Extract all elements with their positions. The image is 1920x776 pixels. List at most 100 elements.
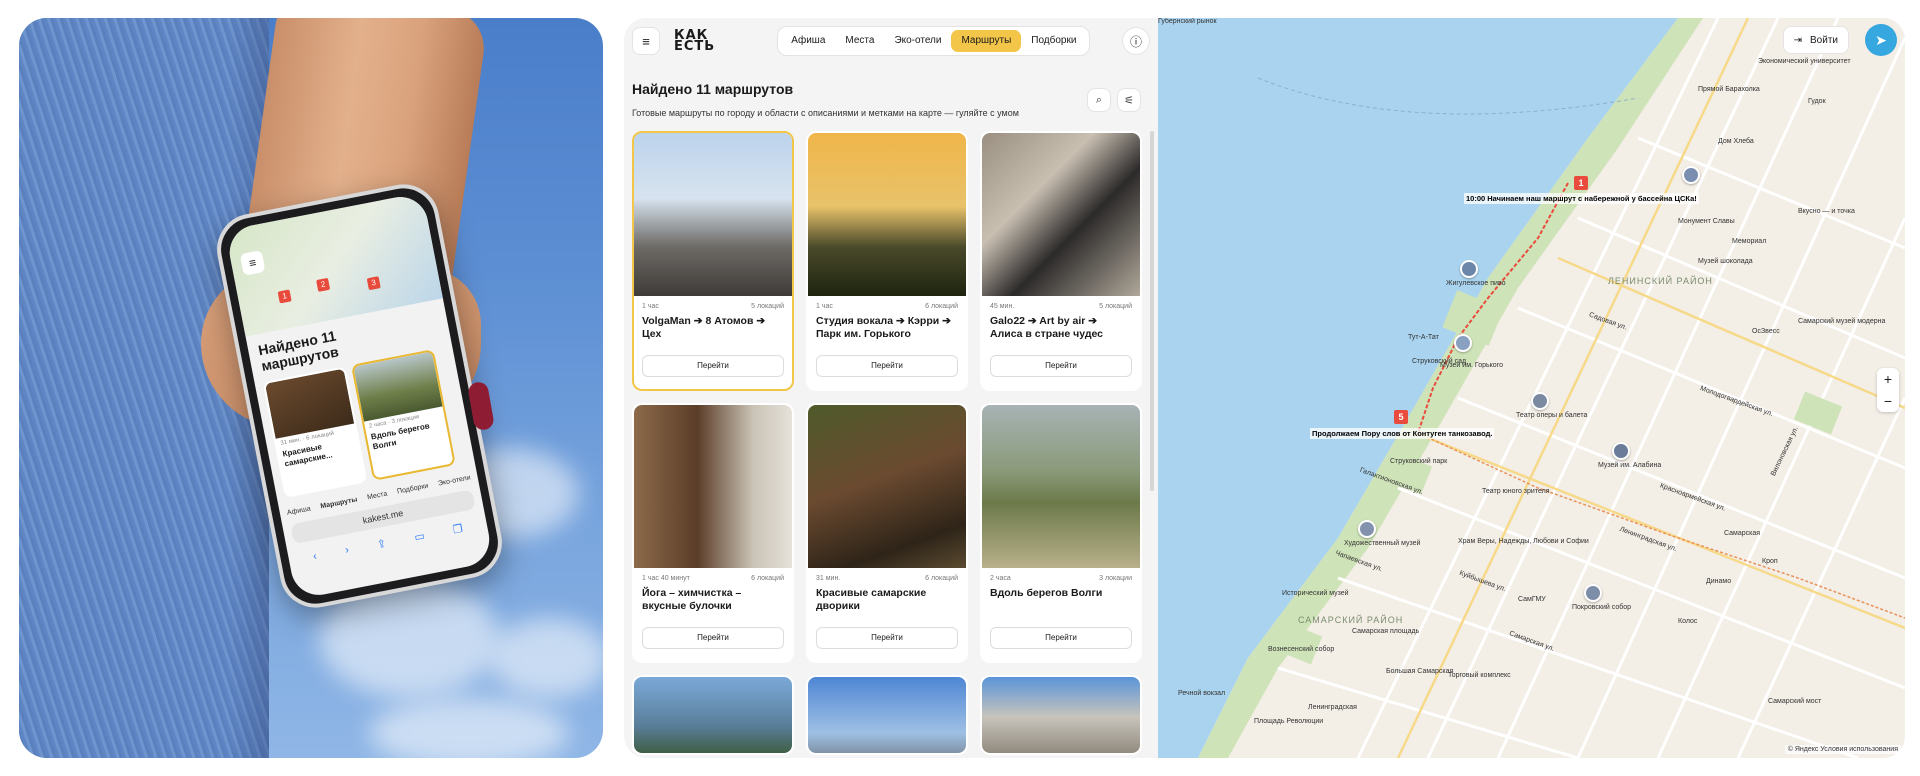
map-place-label: Торговый комплекс bbox=[1448, 672, 1511, 679]
zoom-control: + − bbox=[1877, 368, 1899, 412]
map-place-label: Покровский собор bbox=[1572, 604, 1632, 611]
poi-photo-marker[interactable] bbox=[1584, 584, 1602, 602]
locations-label: 3 локации bbox=[1099, 575, 1132, 582]
map-place-label: Монумент Славы bbox=[1678, 218, 1735, 225]
go-button[interactable]: Перейти bbox=[816, 355, 958, 377]
search-icon[interactable]: ⌕ bbox=[1087, 88, 1111, 112]
telegram-icon[interactable]: ➤ bbox=[1865, 24, 1897, 56]
route-card-title: Студия вокала ➔ Кэрри ➔ Парк им. Горьког… bbox=[816, 315, 951, 340]
map-place-label: Мемориал bbox=[1732, 238, 1767, 245]
phone-map-marker[interactable]: 2 bbox=[316, 277, 331, 292]
go-button[interactable]: Перейти bbox=[990, 627, 1132, 649]
go-button[interactable]: Перейти bbox=[642, 627, 784, 649]
app-panel: ≡ КАК ЕСТЬ Афиша Места Эко-отели Маршрут… bbox=[624, 18, 1158, 758]
go-button[interactable]: Перейти bbox=[642, 355, 784, 377]
tab-routes[interactable]: Маршруты bbox=[951, 30, 1022, 52]
go-button[interactable]: Перейти bbox=[816, 627, 958, 649]
map-place-label: Губернский рынок bbox=[1158, 18, 1217, 25]
phone-tab[interactable]: Места bbox=[367, 491, 388, 502]
locations-label: 6 локаций bbox=[751, 575, 784, 582]
locations-label: 6 локаций bbox=[925, 303, 958, 310]
route-card[interactable]: 2 часа 3 локации Вдоль берегов Волги Пере… bbox=[980, 403, 1142, 663]
route-card[interactable] bbox=[980, 675, 1142, 755]
poi-photo-marker[interactable] bbox=[1612, 442, 1630, 460]
poi-photo-marker[interactable] bbox=[1460, 260, 1478, 278]
map-place-label: Самарская площадь bbox=[1352, 628, 1420, 635]
map-place-label: Театр оперы и балета bbox=[1516, 412, 1588, 419]
phone-tab[interactable]: Афиша bbox=[286, 505, 311, 516]
route-card[interactable] bbox=[632, 675, 794, 755]
route-card[interactable]: 1 час 6 локаций Студия вокала ➔ Кэрри ➔ П… bbox=[806, 131, 968, 391]
zoom-out-button[interactable]: − bbox=[1877, 390, 1899, 412]
bookmarks-icon[interactable]: ▭ bbox=[413, 529, 426, 544]
top-bar: ≡ КАК ЕСТЬ Афиша Места Эко-отели Маршрут… bbox=[632, 26, 1150, 56]
tab-afisha[interactable]: Афиша bbox=[781, 30, 835, 52]
tab-eco-hotels[interactable]: Эко-отели bbox=[884, 30, 951, 52]
map-copyright[interactable]: © Яндекс Условия использования bbox=[1784, 745, 1901, 754]
route-note-mid: Продолжаем Пору слов от Контуген танкоза… bbox=[1310, 428, 1495, 439]
route-marker[interactable]: 1 bbox=[1574, 176, 1588, 190]
map-place-label: Ленинградская bbox=[1308, 704, 1357, 711]
route-note-start: 10:00 Начинаем наш маршрут с набережной … bbox=[1464, 193, 1699, 204]
go-button[interactable]: Перейти bbox=[990, 355, 1132, 377]
district-label: САМАРСКИЙ РАЙОН bbox=[1298, 615, 1404, 625]
phone-route-card[interactable]: 31 мин. · 6 локаций Красивые самарские..… bbox=[262, 366, 368, 499]
zoom-in-button[interactable]: + bbox=[1877, 368, 1899, 390]
route-card-image bbox=[982, 677, 1140, 753]
forward-icon[interactable]: › bbox=[344, 544, 350, 557]
tab-places[interactable]: Места bbox=[835, 30, 884, 52]
route-cards-grid: 1 час 5 локаций VolgaMan ➔ 8 Атомов ➔ Цех… bbox=[632, 131, 1144, 755]
map-place-label: Самарская bbox=[1724, 530, 1761, 537]
route-card[interactable]: 45 мин. 5 локаций Galo22 ➔ Art by air ➔ А… bbox=[980, 131, 1142, 391]
map-place-label: Кроп bbox=[1762, 558, 1778, 565]
map-place-label: Самарский музей модерна bbox=[1798, 318, 1886, 325]
phone-map-marker[interactable]: 3 bbox=[366, 276, 381, 291]
login-button[interactable]: ⇥ Войти bbox=[1782, 26, 1849, 54]
phone-map-marker[interactable]: 1 bbox=[277, 289, 292, 304]
map-place-label: Площадь Революции bbox=[1254, 718, 1324, 725]
locations-label: 6 локаций bbox=[925, 575, 958, 582]
info-icon[interactable]: ⓘ bbox=[1122, 27, 1150, 55]
route-card-image bbox=[808, 677, 966, 753]
route-card-title: Вдоль берегов Волги bbox=[990, 587, 1103, 599]
phone-tab[interactable]: Эко-отели bbox=[438, 474, 472, 487]
map-place-label: Художественный музей bbox=[1344, 540, 1421, 547]
route-card-title: VolgaMan ➔ 8 Атомов ➔ Цех bbox=[642, 315, 766, 340]
poi-photo-marker[interactable] bbox=[1531, 392, 1549, 410]
filter-icon[interactable]: ⚟ bbox=[1117, 88, 1141, 112]
logo[interactable]: КАК ЕСТЬ bbox=[674, 29, 715, 53]
map-place-label: Колос bbox=[1678, 618, 1698, 625]
hero-photo: ≡ 1 2 3 Найдено 11 маршрутов 31 мин. · 6… bbox=[19, 18, 603, 758]
route-card-title: Galo22 ➔ Art by air ➔ Алиса в стране чуд… bbox=[990, 315, 1104, 340]
city-map[interactable]: 1 5 10:00 Начинаем наш маршрут с набереж… bbox=[1158, 18, 1905, 758]
route-card[interactable]: 31 мин. 6 локаций Красивые самарские двор… bbox=[806, 403, 968, 663]
phone-route-card[interactable]: 2 часа · 3 локации Вдоль берегов Волги bbox=[350, 349, 456, 481]
route-card[interactable]: 1 час 5 локаций VolgaMan ➔ 8 Атомов ➔ Цех… bbox=[632, 131, 794, 391]
route-card[interactable]: 1 час 40 минут 6 локаций Йога – химчистка… bbox=[632, 403, 794, 663]
phone-menu-icon[interactable]: ≡ bbox=[239, 250, 266, 276]
poi-photo-marker[interactable] bbox=[1682, 166, 1700, 184]
phone-tab[interactable]: Подборки bbox=[397, 483, 429, 496]
duration-label: 2 часа bbox=[990, 575, 1011, 582]
map-place-label: Музей шоколада bbox=[1698, 258, 1753, 265]
route-card-image bbox=[808, 133, 966, 296]
route-card[interactable] bbox=[806, 675, 968, 755]
tab-collections[interactable]: Подборки bbox=[1021, 30, 1086, 52]
back-icon[interactable]: ‹ bbox=[312, 550, 318, 563]
page-subtitle: Готовые маршруты по городу и области с о… bbox=[632, 108, 1019, 118]
phone-tab[interactable]: Маршруты bbox=[320, 496, 358, 510]
poi-photo-marker[interactable] bbox=[1454, 334, 1472, 352]
menu-icon[interactable]: ≡ bbox=[632, 27, 660, 55]
poi-photo-marker[interactable] bbox=[1358, 520, 1376, 538]
tabs-icon[interactable]: ❐ bbox=[452, 522, 464, 537]
map-place-label: Речной вокзал bbox=[1178, 690, 1226, 697]
route-marker[interactable]: 5 bbox=[1394, 410, 1408, 424]
scrollbar[interactable] bbox=[1150, 131, 1154, 491]
duration-label: 1 час 40 минут bbox=[642, 575, 690, 582]
share-icon[interactable]: ⇪ bbox=[376, 537, 387, 552]
duration-label: 45 мин. bbox=[990, 303, 1015, 310]
map-place-label: Вкусно — и точка bbox=[1798, 208, 1855, 215]
page-title: Найдено 11 маршрутов bbox=[632, 81, 794, 97]
map-place-label: Большая Самарская bbox=[1386, 668, 1454, 675]
map-place-label: Прямой Барахолка bbox=[1698, 86, 1760, 93]
